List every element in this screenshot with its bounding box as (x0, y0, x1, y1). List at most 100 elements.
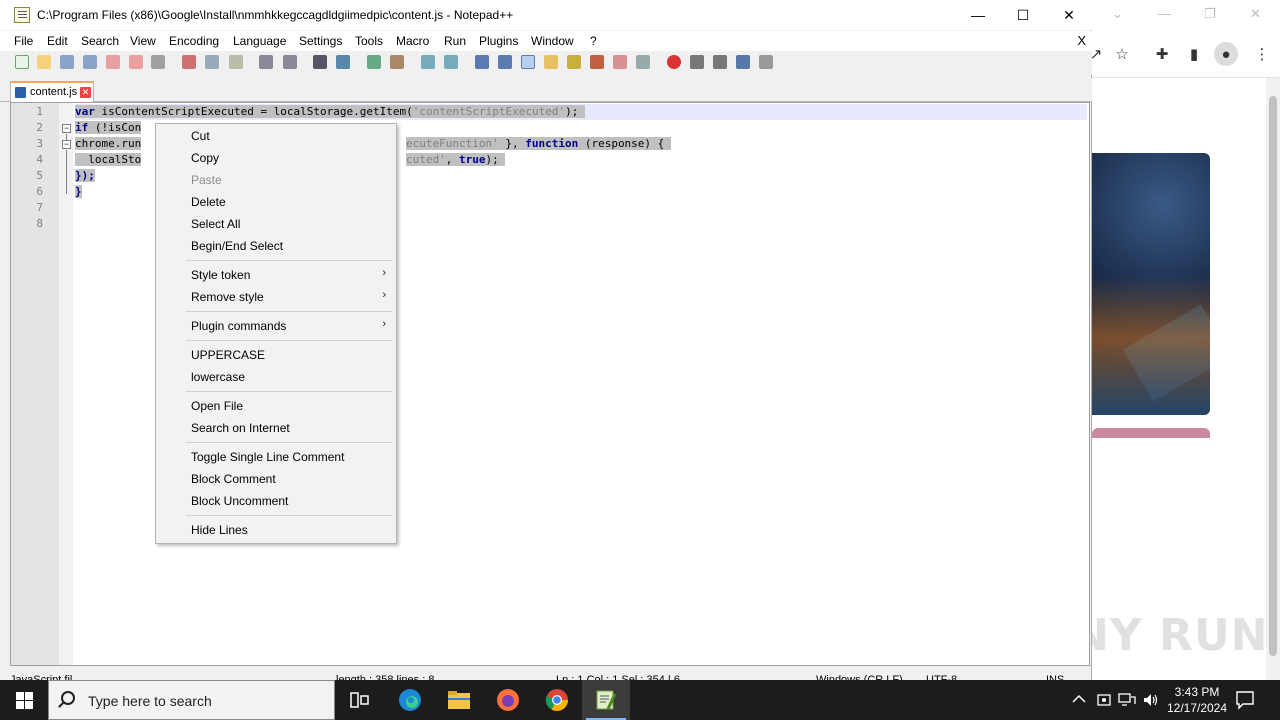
side-panel-icon[interactable]: ▮ (1184, 44, 1204, 64)
word-wrap-icon[interactable] (475, 55, 489, 69)
menu-language[interactable]: Language (233, 34, 286, 48)
tab-content-js[interactable]: content.js ✕ (10, 81, 94, 102)
security-icon[interactable] (1096, 692, 1112, 708)
close-all-icon[interactable] (129, 55, 143, 69)
notification-icon[interactable] (1234, 689, 1256, 711)
paste-icon[interactable] (229, 55, 243, 69)
taskbar-chrome[interactable] (533, 680, 581, 720)
flower-image[interactable] (1092, 428, 1210, 438)
menu-item-cut[interactable]: Cut (191, 129, 210, 143)
menu-item-open-file[interactable]: Open File (191, 399, 243, 413)
task-view-button[interactable] (336, 680, 384, 720)
menu-item-style-token[interactable]: Style token (191, 268, 250, 282)
sync-horizontal-icon[interactable] (444, 55, 458, 69)
file-saved-icon (15, 87, 26, 98)
volume-icon[interactable] (1142, 692, 1160, 708)
menu-plugins[interactable]: Plugins (479, 34, 518, 48)
maximize-button[interactable]: ☐ (1000, 0, 1046, 30)
stop-macro-icon[interactable] (690, 55, 704, 69)
sync-vertical-icon[interactable] (421, 55, 435, 69)
menu-item-block-comment[interactable]: Block Comment (191, 472, 276, 486)
play-macro-icon[interactable] (713, 55, 727, 69)
replace-icon[interactable] (336, 55, 350, 69)
taskbar-search-box[interactable]: Type here to search (48, 680, 335, 720)
new-file-icon[interactable] (15, 55, 29, 69)
open-file-icon[interactable] (37, 55, 51, 69)
print-icon[interactable] (151, 55, 165, 69)
cut-icon[interactable] (182, 55, 196, 69)
profile-avatar-icon[interactable]: ● (1214, 42, 1238, 66)
taskbar-firefox[interactable] (484, 680, 532, 720)
function-list-icon[interactable] (567, 55, 581, 69)
save-macro-icon[interactable] (759, 55, 773, 69)
menu-separator (186, 260, 392, 261)
menu-encoding[interactable]: Encoding (169, 34, 219, 48)
menu-macro[interactable]: Macro (396, 34, 429, 48)
doc-map-icon[interactable] (544, 55, 558, 69)
menu-help[interactable]: ? (590, 34, 597, 48)
redo-icon[interactable] (283, 55, 297, 69)
menu-search[interactable]: Search (81, 34, 119, 48)
menu-tools[interactable]: Tools (355, 34, 383, 48)
code-line-4-tail: cuted', true); (406, 152, 506, 168)
minimize-icon[interactable]: — (1158, 6, 1171, 21)
chevron-down-icon[interactable]: ⌄ (1112, 6, 1123, 22)
menu-item-lowercase[interactable]: lowercase (191, 370, 245, 384)
menu-edit[interactable]: Edit (47, 34, 68, 48)
menu-item-remove-style[interactable]: Remove style (191, 290, 264, 304)
menu-item-plugin-commands[interactable]: Plugin commands (191, 319, 286, 333)
fold-toggle-icon[interactable]: − (62, 140, 71, 149)
scrollbar-thumb[interactable] (1269, 96, 1277, 656)
indent-guide-icon[interactable] (521, 55, 535, 69)
extensions-icon[interactable]: ✚ (1152, 44, 1172, 64)
menu-item-select-all[interactable]: Select All (191, 217, 240, 231)
menu-view[interactable]: View (130, 34, 156, 48)
chevron-up-icon[interactable] (1072, 694, 1086, 704)
menu-item-paste[interactable]: Paste (191, 173, 222, 187)
taskbar-file-explorer[interactable] (435, 680, 483, 720)
save-all-icon[interactable] (83, 55, 97, 69)
menu-item-search-internet[interactable]: Search on Internet (191, 421, 290, 435)
taskbar-edge[interactable] (386, 680, 434, 720)
save-icon[interactable] (60, 55, 74, 69)
zoom-out-icon[interactable] (390, 55, 404, 69)
chrome-scrollbar[interactable] (1266, 78, 1280, 680)
taskbar-notepad-plus-plus[interactable] (582, 680, 630, 720)
close-tab-icon[interactable]: ✕ (80, 87, 91, 98)
menu-window[interactable]: Window (531, 34, 574, 48)
show-all-chars-icon[interactable] (498, 55, 512, 69)
copy-icon[interactable] (205, 55, 219, 69)
menu-file[interactable]: File (14, 34, 33, 48)
close-icon[interactable]: ✕ (1250, 6, 1261, 22)
folder-workspace-icon[interactable] (590, 55, 604, 69)
window-title: C:\Program Files (x86)\Google\Install\nm… (37, 8, 514, 22)
menu-item-toggle-comment[interactable]: Toggle Single Line Comment (191, 450, 344, 464)
kebab-menu-icon[interactable]: ⋮ (1252, 44, 1272, 64)
close-document-icon[interactable]: X (1077, 33, 1086, 48)
find-icon[interactable] (313, 55, 327, 69)
menu-item-delete[interactable]: Delete (191, 195, 226, 209)
bookmark-star-icon[interactable]: ☆ (1112, 44, 1132, 64)
fold-toggle-icon[interactable]: − (62, 124, 71, 133)
network-icon[interactable] (1118, 692, 1136, 708)
menu-item-begin-end-select[interactable]: Begin/End Select (191, 239, 283, 253)
preview-icon[interactable] (636, 55, 650, 69)
start-button[interactable] (0, 680, 48, 720)
menu-run[interactable]: Run (444, 34, 466, 48)
close-file-icon[interactable] (106, 55, 120, 69)
undo-icon[interactable] (259, 55, 273, 69)
menu-item-uppercase[interactable]: UPPERCASE (191, 348, 265, 362)
taskbar-clock[interactable]: 3:43 PM 12/17/2024 (1162, 684, 1232, 716)
menu-item-hide-lines[interactable]: Hide Lines (191, 523, 248, 537)
city-night-image[interactable] (1092, 153, 1210, 415)
zoom-in-icon[interactable] (367, 55, 381, 69)
run-macro-multiple-icon[interactable] (736, 55, 750, 69)
menu-item-block-uncomment[interactable]: Block Uncomment (191, 494, 288, 508)
monitoring-icon[interactable] (613, 55, 627, 69)
menu-settings[interactable]: Settings (299, 34, 342, 48)
restore-icon[interactable]: ❐ (1204, 6, 1216, 22)
menu-item-copy[interactable]: Copy (191, 151, 219, 165)
minimize-button[interactable]: — (955, 0, 1001, 30)
close-button[interactable]: ✕ (1046, 0, 1092, 30)
record-macro-icon[interactable] (667, 55, 681, 69)
